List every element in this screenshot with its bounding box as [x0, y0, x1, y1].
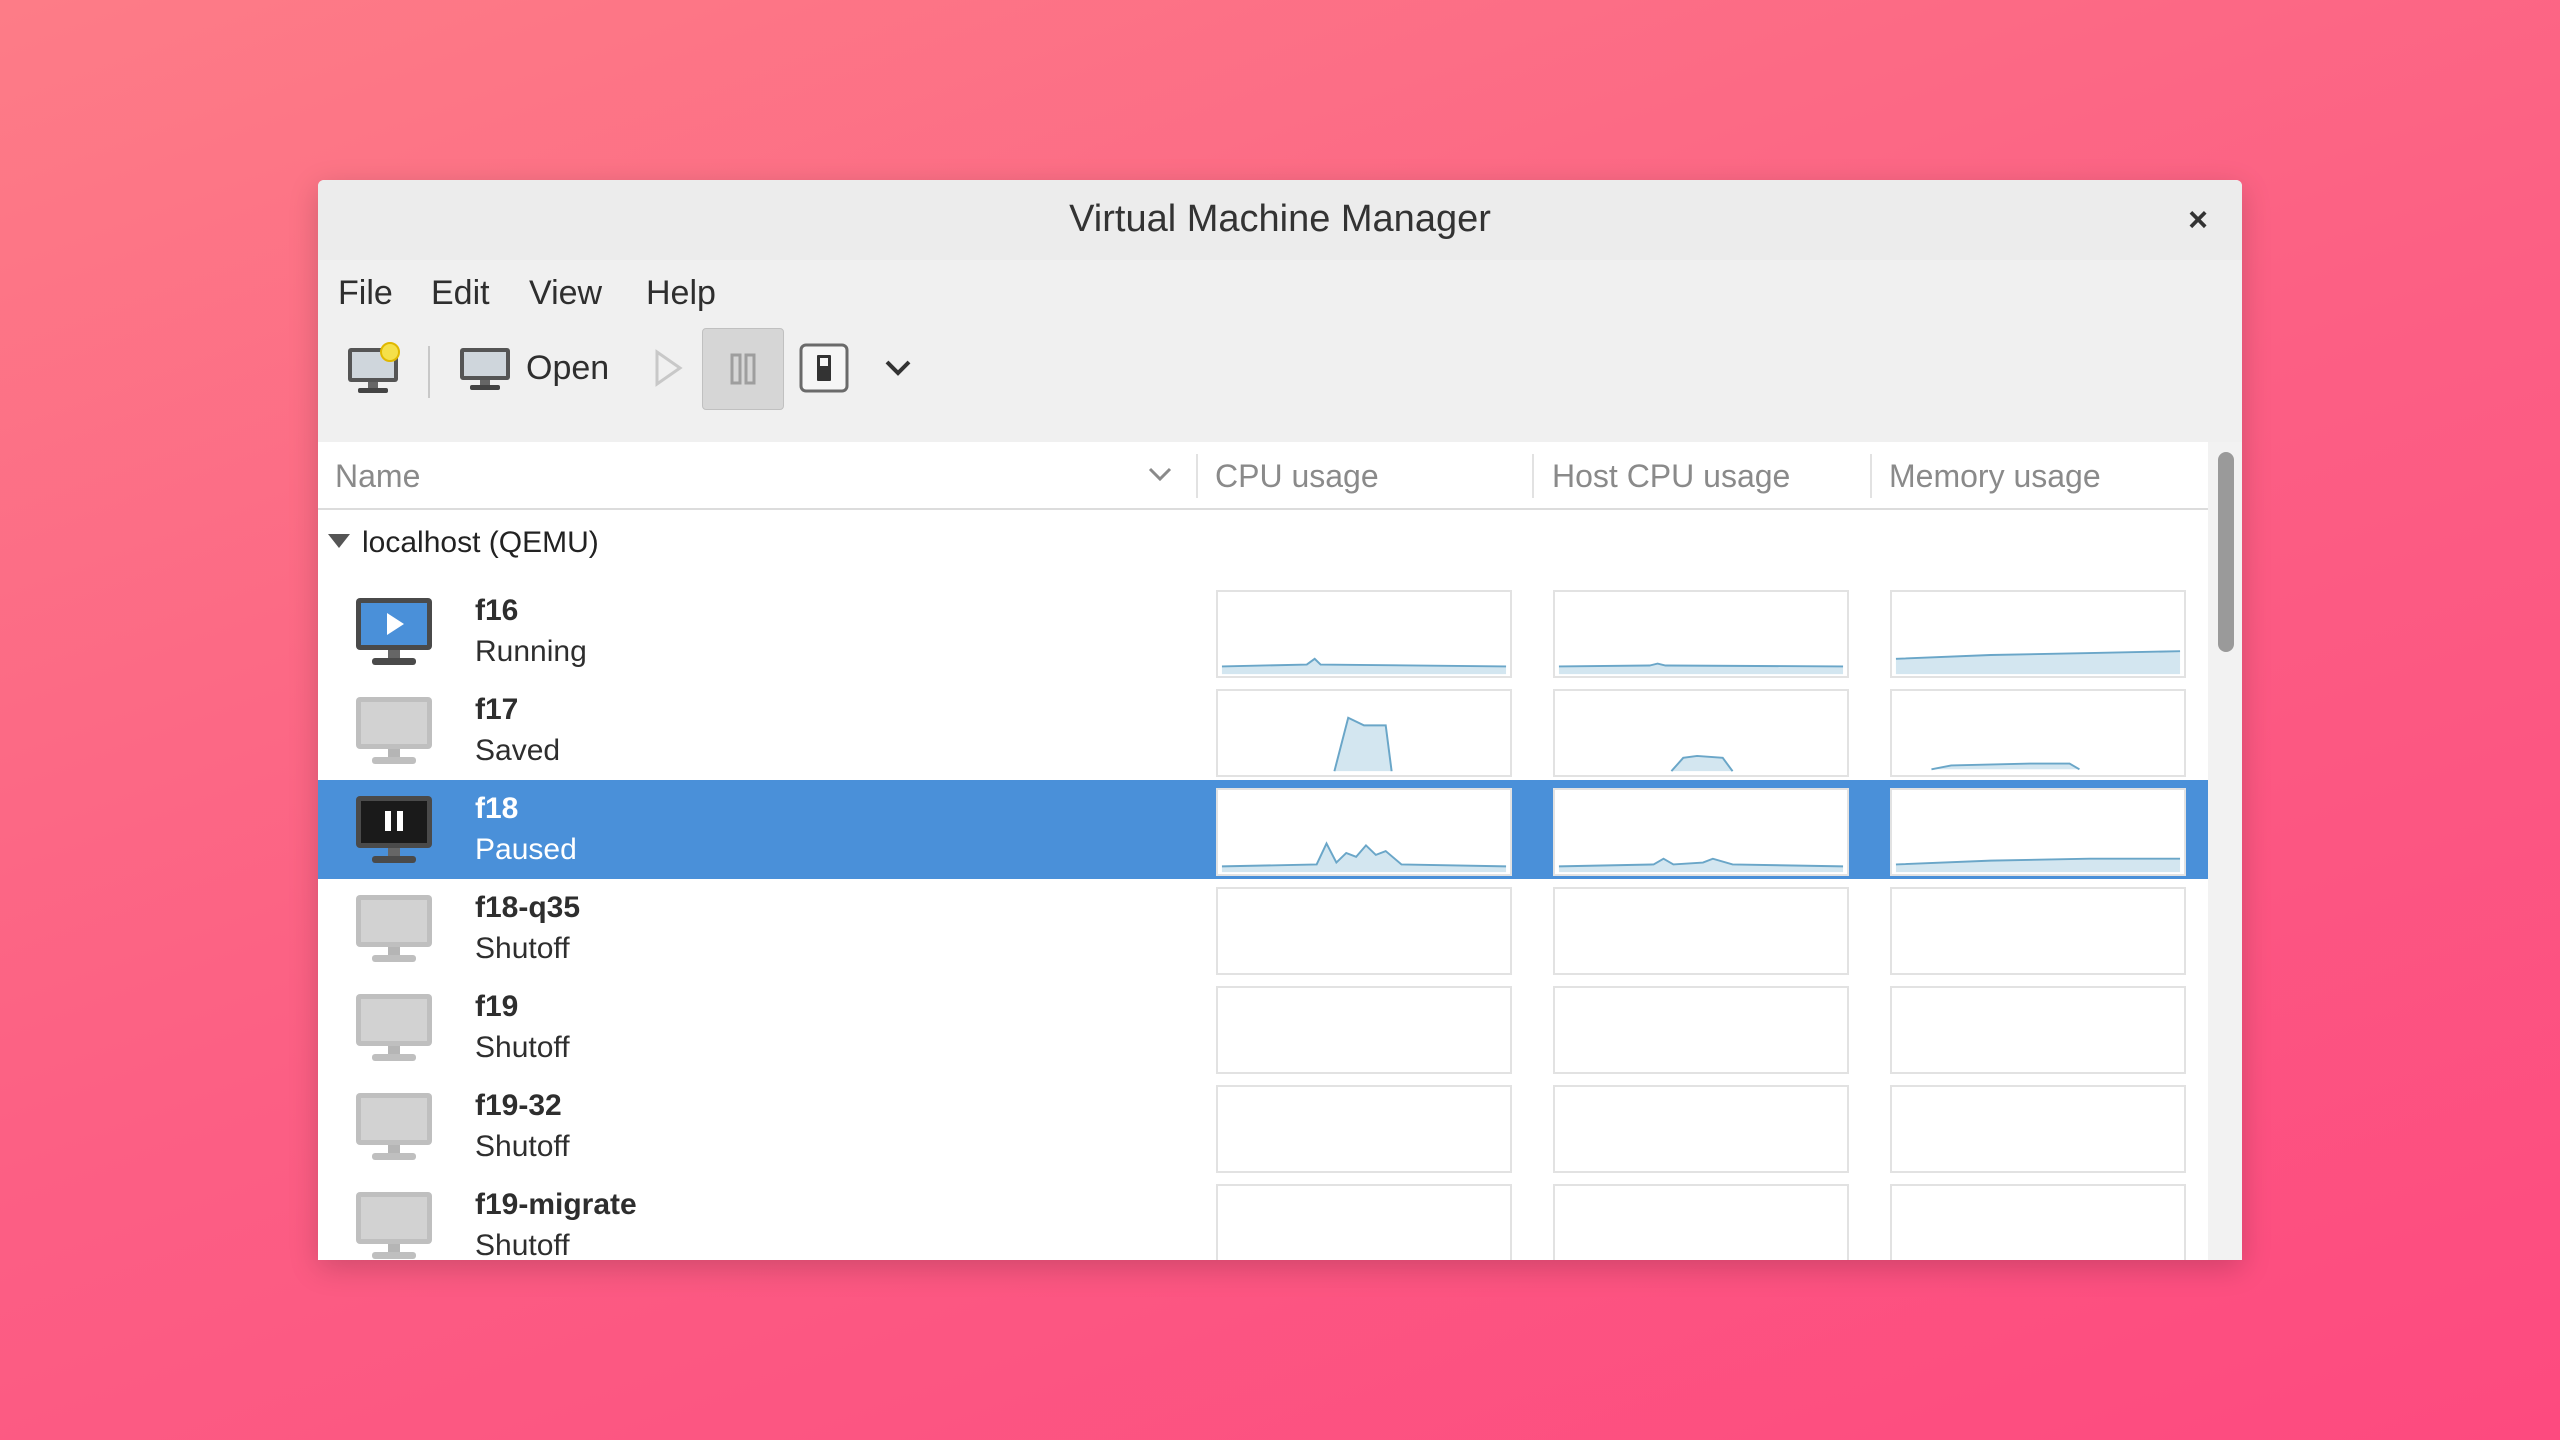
column-header-name[interactable]: Name — [335, 458, 420, 495]
vm-name: f18 — [475, 792, 519, 825]
vm-status: Shutoff — [475, 1229, 570, 1260]
vm-row-f16[interactable]: f16 Running — [318, 582, 2208, 681]
pause-icon — [730, 353, 756, 385]
shutdown-button[interactable] — [796, 340, 852, 396]
new-vm-icon — [348, 342, 400, 393]
run-button[interactable] — [640, 340, 696, 396]
vm-row-f17[interactable]: f17 Saved — [318, 681, 2208, 780]
column-header-memory[interactable]: Memory usage — [1889, 458, 2101, 495]
vm-list: Name CPU usage Host CPU usage Memory usa… — [318, 442, 2208, 1260]
vertical-scrollbar[interactable] — [2208, 442, 2242, 1260]
column-header-cpu[interactable]: CPU usage — [1215, 458, 1379, 495]
monitor-icon — [460, 348, 510, 390]
window-title: Virtual Machine Manager — [1069, 198, 1491, 240]
vm-status: Paused — [475, 833, 577, 866]
menu-view[interactable]: View — [529, 274, 602, 313]
vm-shutoff-icon — [356, 1192, 432, 1259]
memory-usage-graph — [1890, 689, 2186, 777]
vm-paused-icon — [356, 796, 432, 863]
menu-help[interactable]: Help — [646, 274, 716, 313]
host-cpu-usage-graph — [1553, 887, 1849, 975]
memory-usage-graph — [1890, 1085, 2186, 1173]
vm-row-f18-q35[interactable]: f18-q35 Shutoff — [318, 879, 2208, 978]
toolbar: Open — [318, 320, 2242, 416]
host-cpu-usage-graph — [1553, 1184, 1849, 1260]
memory-usage-graph — [1890, 590, 2186, 678]
vm-name: f18-q35 — [475, 891, 581, 924]
scrollbar-thumb[interactable] — [2218, 452, 2234, 652]
memory-usage-graph — [1890, 887, 2186, 975]
cpu-usage-graph — [1216, 590, 1512, 678]
cpu-usage-graph — [1216, 689, 1512, 777]
toolbar-separator — [428, 346, 430, 398]
new-vm-button[interactable] — [342, 338, 406, 398]
memory-usage-graph — [1890, 986, 2186, 1074]
sort-chevron-icon[interactable] — [1146, 464, 1174, 484]
memory-usage-graph — [1890, 788, 2186, 876]
host-cpu-usage-graph — [1553, 1085, 1849, 1173]
vm-shutoff-icon — [356, 895, 432, 962]
cpu-usage-graph — [1216, 1184, 1512, 1260]
column-separator — [1196, 454, 1198, 498]
vm-shutoff-icon — [356, 1093, 432, 1160]
vm-name: f16 — [475, 594, 519, 627]
shutdown-icon — [799, 343, 849, 393]
connection-group-row[interactable]: localhost (QEMU) — [318, 508, 2208, 580]
vm-status: Shutoff — [475, 932, 570, 965]
cpu-usage-graph — [1216, 887, 1512, 975]
vm-status: Shutoff — [475, 1130, 570, 1163]
memory-usage-graph — [1890, 1184, 2186, 1260]
cpu-usage-graph — [1216, 1085, 1512, 1173]
menu-bar: File Edit View Help — [318, 260, 2242, 320]
title-bar: Virtual Machine Manager × — [318, 180, 2242, 260]
expander-triangle-icon[interactable] — [328, 534, 350, 548]
vm-row-f18[interactable]: f18 Paused — [318, 780, 2208, 879]
host-cpu-usage-graph — [1553, 590, 1849, 678]
vm-name: f17 — [475, 693, 519, 726]
connection-label: localhost (QEMU) — [362, 526, 599, 559]
chevron-down-icon — [885, 360, 911, 376]
vm-name: f19-migrate — [475, 1188, 637, 1221]
host-cpu-usage-graph — [1553, 986, 1849, 1074]
column-header-host-cpu[interactable]: Host CPU usage — [1552, 458, 1790, 495]
close-button[interactable]: × — [2180, 202, 2216, 238]
vm-row-f19-migrate[interactable]: f19-migrate Shutoff — [318, 1176, 2208, 1260]
vm-status: Saved — [475, 734, 561, 767]
host-cpu-usage-graph — [1553, 689, 1849, 777]
pause-button[interactable] — [702, 328, 784, 410]
host-cpu-usage-graph — [1553, 788, 1849, 876]
menu-edit[interactable]: Edit — [431, 274, 490, 313]
vm-shutoff-icon — [356, 994, 432, 1061]
column-separator — [1532, 454, 1534, 498]
shutdown-menu-button[interactable] — [874, 344, 922, 392]
play-icon — [655, 349, 683, 387]
open-button-label: Open — [526, 348, 610, 387]
vm-saved-icon — [356, 697, 432, 764]
vm-running-icon — [356, 598, 432, 665]
menu-file[interactable]: File — [338, 274, 393, 313]
vmm-window: Virtual Machine Manager × File Edit View… — [318, 180, 2242, 1260]
column-separator — [1870, 454, 1872, 498]
vm-status: Shutoff — [475, 1031, 570, 1064]
cpu-usage-graph — [1216, 788, 1512, 876]
list-header: Name CPU usage Host CPU usage Memory usa… — [318, 442, 2208, 510]
vm-row-f19[interactable]: f19 Shutoff — [318, 978, 2208, 1077]
close-icon: × — [2188, 201, 2208, 239]
vm-row-f19-32[interactable]: f19-32 Shutoff — [318, 1077, 2208, 1176]
vm-name: f19-32 — [475, 1089, 562, 1122]
cpu-usage-graph — [1216, 986, 1512, 1074]
vm-status: Running — [475, 635, 587, 668]
vm-name: f19 — [475, 990, 519, 1023]
open-button[interactable]: Open — [458, 338, 609, 398]
